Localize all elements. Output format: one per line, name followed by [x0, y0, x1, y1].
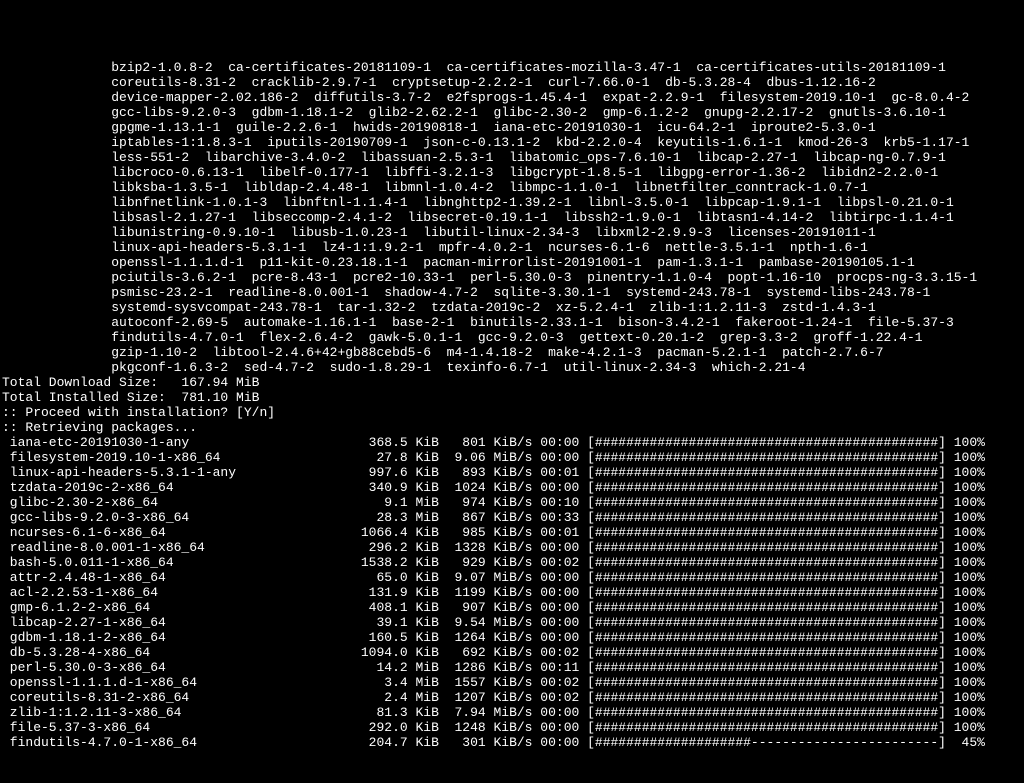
terminal-line: libnfnetlink-1.0.1-3 libnftnl-1.1.4-1 li… [2, 195, 1022, 210]
terminal-line: zlib-1:1.2.11-3-x86_64 81.3 KiB 7.94 MiB… [2, 705, 1022, 720]
terminal-line: :: Proceed with installation? [Y/n] [2, 405, 1022, 420]
terminal-line: Total Download Size: 167.94 MiB [2, 375, 1022, 390]
terminal-line: iana-etc-20191030-1-any 368.5 KiB 801 Ki… [2, 435, 1022, 450]
terminal-line: db-5.3.28-4-x86_64 1094.0 KiB 692 KiB/s … [2, 645, 1022, 660]
terminal-line: psmisc-23.2-1 readline-8.0.001-1 shadow-… [2, 285, 1022, 300]
terminal-line: pciutils-3.6.2-1 pcre-8.43-1 pcre2-10.33… [2, 270, 1022, 285]
terminal-line: linux-api-headers-5.3.1-1 lz4-1:1.9.2-1 … [2, 240, 1022, 255]
terminal-line: perl-5.30.0-3-x86_64 14.2 MiB 1286 KiB/s… [2, 660, 1022, 675]
terminal-line: filesystem-2019.10-1-x86_64 27.8 KiB 9.0… [2, 450, 1022, 465]
terminal-line: gmp-6.1.2-2-x86_64 408.1 KiB 907 KiB/s 0… [2, 600, 1022, 615]
terminal-line: systemd-sysvcompat-243.78-1 tar-1.32-2 t… [2, 300, 1022, 315]
terminal-line: libunistring-0.9.10-1 libusb-1.0.23-1 li… [2, 225, 1022, 240]
terminal-line: openssl-1.1.1.d-1 p11-kit-0.23.18.1-1 pa… [2, 255, 1022, 270]
terminal-line: :: Retrieving packages... [2, 420, 1022, 435]
terminal-line: gzip-1.10-2 libtool-2.4.6+42+gb88cebd5-6… [2, 345, 1022, 360]
terminal-line: gcc-libs-9.2.0-3 gdbm-1.18.1-2 glib2-2.6… [2, 105, 1022, 120]
terminal-line: Total Installed Size: 781.10 MiB [2, 390, 1022, 405]
terminal-line: readline-8.0.001-1-x86_64 296.2 KiB 1328… [2, 540, 1022, 555]
terminal-line: file-5.37-3-x86_64 292.0 KiB 1248 KiB/s … [2, 720, 1022, 735]
terminal-line: bzip2-1.0.8-2 ca-certificates-20181109-1… [2, 60, 1022, 75]
terminal-line: gdbm-1.18.1-2-x86_64 160.5 KiB 1264 KiB/… [2, 630, 1022, 645]
terminal-line: gcc-libs-9.2.0-3-x86_64 28.3 MiB 867 KiB… [2, 510, 1022, 525]
terminal-line: linux-api-headers-5.3.1-1-any 997.6 KiB … [2, 465, 1022, 480]
terminal-line: autoconf-2.69-5 automake-1.16.1-1 base-2… [2, 315, 1022, 330]
terminal-line: libsasl-2.1.27-1 libseccomp-2.4.1-2 libs… [2, 210, 1022, 225]
terminal-screen: bzip2-1.0.8-2 ca-certificates-20181109-1… [0, 60, 1024, 750]
terminal-line: coreutils-8.31-2-x86_64 2.4 MiB 1207 KiB… [2, 690, 1022, 705]
terminal-line: pkgconf-1.6.3-2 sed-4.7-2 sudo-1.8.29-1 … [2, 360, 1022, 375]
terminal-line: coreutils-8.31-2 cracklib-2.9.7-1 crypts… [2, 75, 1022, 90]
terminal-line: openssl-1.1.1.d-1-x86_64 3.4 MiB 1557 Ki… [2, 675, 1022, 690]
terminal-line: acl-2.2.53-1-x86_64 131.9 KiB 1199 KiB/s… [2, 585, 1022, 600]
terminal-line: tzdata-2019c-2-x86_64 340.9 KiB 1024 KiB… [2, 480, 1022, 495]
terminal-line: bash-5.0.011-1-x86_64 1538.2 KiB 929 KiB… [2, 555, 1022, 570]
terminal-line: device-mapper-2.02.186-2 diffutils-3.7-2… [2, 90, 1022, 105]
terminal-line: gpgme-1.13.1-1 guile-2.2.6-1 hwids-20190… [2, 120, 1022, 135]
terminal-line: findutils-4.7.0-1 flex-2.6.4-2 gawk-5.0.… [2, 330, 1022, 345]
terminal-line: less-551-2 libarchive-3.4.0-2 libassuan-… [2, 150, 1022, 165]
terminal-line: attr-2.4.48-1-x86_64 65.0 KiB 9.07 MiB/s… [2, 570, 1022, 585]
terminal-line: glibc-2.30-2-x86_64 9.1 MiB 974 KiB/s 00… [2, 495, 1022, 510]
terminal-line: libcroco-0.6.13-1 libelf-0.177-1 libffi-… [2, 165, 1022, 180]
terminal-line: ncurses-6.1-6-x86_64 1066.4 KiB 985 KiB/… [2, 525, 1022, 540]
terminal-line: libcap-2.27-1-x86_64 39.1 KiB 9.54 MiB/s… [2, 615, 1022, 630]
terminal-line: findutils-4.7.0-1-x86_64 204.7 KiB 301 K… [2, 735, 1022, 750]
terminal-line: libksba-1.3.5-1 libldap-2.4.48-1 libmnl-… [2, 180, 1022, 195]
terminal-line: iptables-1:1.8.3-1 iputils-20190709-1 js… [2, 135, 1022, 150]
